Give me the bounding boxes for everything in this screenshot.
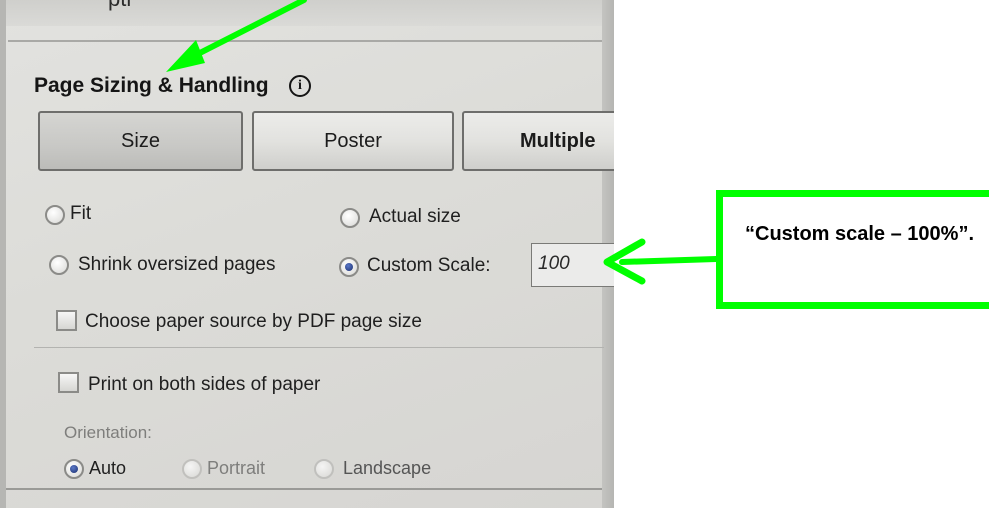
green-arrow-pointer bbox=[603, 238, 719, 285]
annotation-callout: “Custom scale – 100%”. bbox=[716, 190, 989, 309]
callout-text: “Custom scale – 100%”. bbox=[745, 223, 974, 245]
green-arrow-pointer bbox=[166, 0, 307, 72]
